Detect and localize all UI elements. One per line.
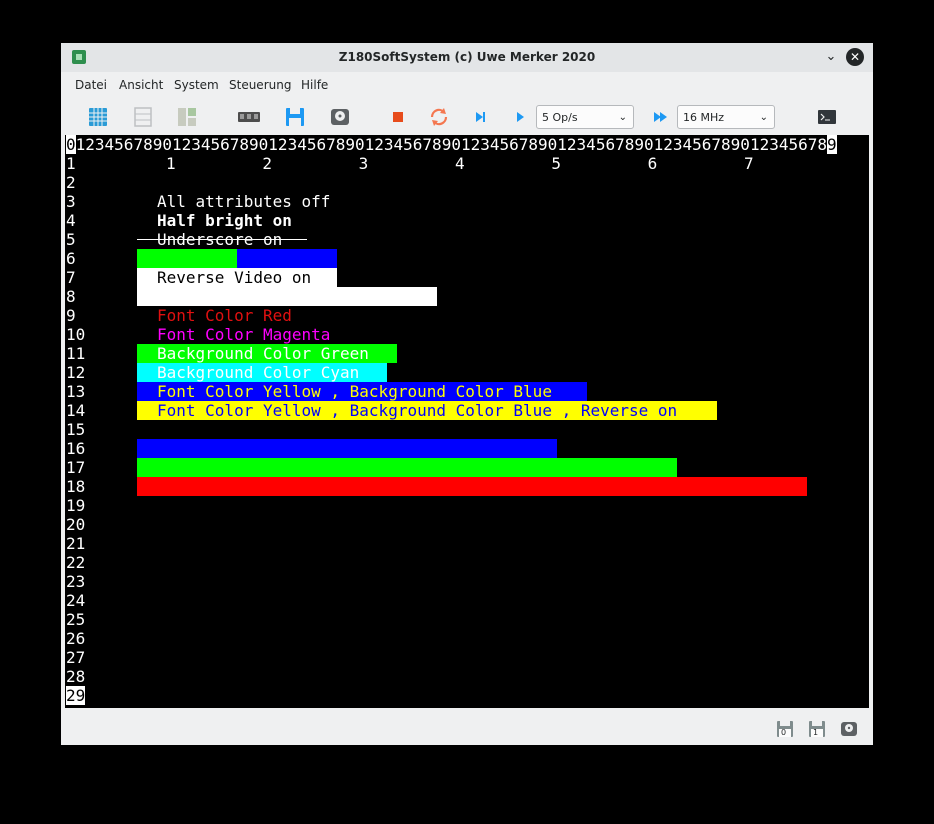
disk-icon[interactable] (328, 105, 352, 129)
ruler-digits: 1234567890123456789012345678901234567890… (75, 135, 818, 154)
blue-block (237, 249, 337, 268)
menu-hilfe[interactable]: Hilfe (301, 72, 328, 99)
row-number: 26 (66, 629, 86, 648)
row-number: 21 (66, 534, 86, 553)
memory-grid-icon[interactable] (86, 105, 110, 129)
list-view-icon[interactable] (131, 105, 155, 129)
row-number: 10 (66, 325, 86, 344)
ram-module-icon[interactable] (237, 105, 261, 129)
text-font-red: Font Color Red (157, 306, 292, 325)
chevron-down-icon: ⌄ (759, 112, 768, 123)
row-number: 22 (66, 553, 86, 572)
row-number: 25 (66, 610, 86, 629)
step-icon[interactable] (468, 105, 492, 129)
chevron-down-icon: ⌄ (618, 112, 627, 123)
row-number: 28 (66, 667, 86, 686)
text-underscore: Underscore on (157, 230, 283, 249)
red-bar (137, 477, 807, 496)
row-number: 29 (66, 686, 86, 705)
row-number: 6 (66, 249, 76, 268)
save-icon[interactable] (283, 105, 307, 129)
main-window: Z180SoftSystem (c) Uwe Merker 2020 ⌄ ✕ D… (61, 43, 873, 745)
toolbar: 5 Op/s ⌄ 16 MHz ⌄ (61, 99, 873, 135)
blue-bar (137, 439, 557, 458)
row-number: 17 (66, 458, 86, 477)
row-number: 24 (66, 591, 86, 610)
title-bar: Z180SoftSystem (c) Uwe Merker 2020 ⌄ ✕ (61, 43, 873, 72)
floppy-drive-0-icon[interactable]: 0 (776, 720, 794, 738)
menu-bar: Datei Ansicht System Steuerung Hilfe (61, 72, 873, 99)
row-number: 20 (66, 515, 86, 534)
text-yellow-on-blue: Font Color Yellow , Background Color Blu… (157, 382, 552, 401)
menu-system[interactable]: System (174, 72, 219, 99)
row-number: 13 (66, 382, 86, 401)
reverse-video-bar (137, 287, 437, 306)
column-ruler: 0123456789012345678901234567890123456789… (66, 135, 837, 154)
cursor-top-right: 9 (827, 135, 837, 154)
close-button[interactable]: ✕ (846, 48, 864, 66)
run-icon[interactable] (508, 105, 532, 129)
row-number: 14 (66, 401, 86, 420)
clock-value: 16 MHz (683, 111, 725, 124)
terminal-screen[interactable]: 0123456789012345678901234567890123456789… (65, 135, 869, 708)
row-number: 4 (66, 211, 76, 230)
row-number: 12 (66, 363, 86, 382)
row-number: 27 (66, 648, 86, 667)
text-bg-green: Background Color Green (157, 344, 369, 363)
row-number: 8 (66, 287, 76, 306)
menu-ansicht[interactable]: Ansicht (119, 72, 163, 99)
menu-steuerung[interactable]: Steuerung (229, 72, 291, 99)
hard-disk-icon[interactable] (840, 720, 858, 738)
row-number: 3 (66, 192, 76, 211)
tens-ruler: 1 2 3 4 5 6 7 (166, 154, 754, 173)
green-bar (137, 458, 677, 477)
menu-datei[interactable]: Datei (75, 72, 107, 99)
row-number: 5 (66, 230, 76, 249)
row-number: 2 (66, 173, 76, 192)
stop-icon[interactable] (386, 105, 410, 129)
text-reverse-video: Reverse Video on (157, 268, 312, 287)
split-view-icon[interactable] (175, 105, 199, 129)
drive-label-1: 1 (813, 728, 819, 737)
row-number: 9 (66, 306, 76, 325)
drive-label-0: 0 (781, 728, 787, 737)
row-number: 11 (66, 344, 86, 363)
cursor-bottom-left: 29 (66, 686, 86, 705)
speed-select[interactable]: 5 Op/s ⌄ (536, 105, 634, 129)
terminal-icon[interactable] (815, 105, 839, 129)
window-title: Z180SoftSystem (c) Uwe Merker 2020 (338, 50, 596, 64)
row-number: 15 (66, 420, 86, 439)
row-number: 18 (66, 477, 86, 496)
speed-value: 5 Op/s (542, 111, 578, 124)
green-block (137, 249, 237, 268)
floppy-drive-1-icon[interactable]: 1 (808, 720, 826, 738)
row-number: 16 (66, 439, 86, 458)
text-yellow-blue-reverse: Font Color Yellow , Background Color Blu… (157, 401, 678, 420)
text-font-magenta: Font Color Magenta (157, 325, 331, 344)
cursor-top-left: 0 (66, 135, 76, 154)
text-attributes-off: All attributes off (157, 192, 331, 211)
status-bar: 0 1 (61, 708, 873, 745)
row-number: 23 (66, 572, 86, 591)
row-number: 7 (66, 268, 76, 287)
text-bg-cyan: Background Color Cyan (157, 363, 360, 382)
minimize-button[interactable]: ⌄ (823, 48, 839, 66)
reset-icon[interactable] (427, 105, 451, 129)
row-number: 19 (66, 496, 86, 515)
fast-forward-icon[interactable] (649, 105, 673, 129)
ruler-last-digit: 8 (817, 135, 828, 154)
clock-select[interactable]: 16 MHz ⌄ (677, 105, 775, 129)
text-half-bright: Half bright on (157, 211, 292, 230)
row-number: 1 (66, 154, 76, 173)
